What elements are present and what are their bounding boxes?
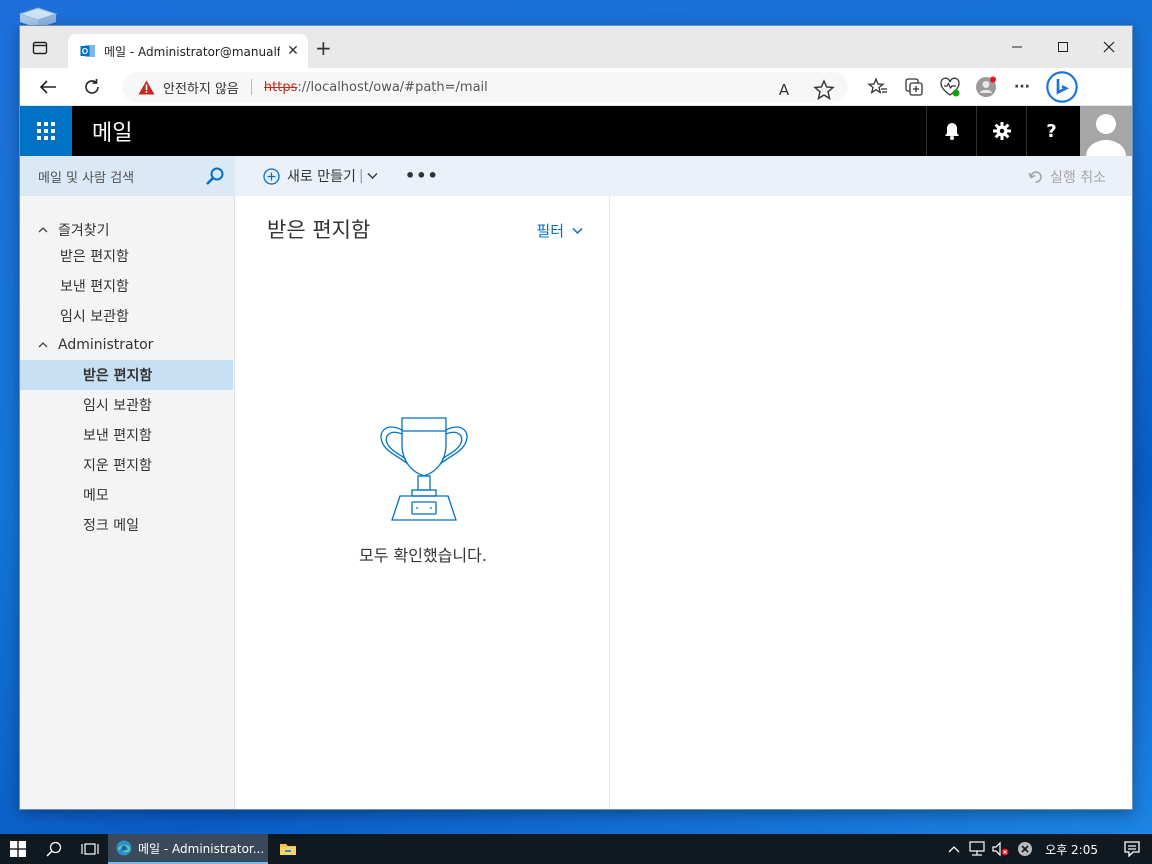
profile-icon[interactable] [974,75,998,99]
browser-window: O 메일 - Administrator@manualfac ✕ + 안전하지 … [20,26,1132,809]
tray-status-icon[interactable] [1013,834,1037,864]
close-icon[interactable] [1086,26,1132,68]
new-message-button[interactable]: 새로 만들기 | [263,166,378,186]
search-icon[interactable] [205,166,225,186]
chevron-down-icon[interactable] [367,172,378,180]
outlook-favicon-icon: O [80,45,95,57]
chevron-up-icon[interactable] [38,341,48,349]
message-list-pane: 받은 편지함 필터 모두 확인했습니다. [236,196,610,809]
trophy-icon [380,417,468,521]
empty-state-message: 모두 확인했습니다. [359,546,487,565]
start-windows-icon[interactable] [0,834,36,864]
browser-essentials-icon[interactable] [938,75,962,99]
taskbar-app-label: 메일 - Administrator... [138,841,265,856]
chevron-down-icon [572,227,583,234]
browser-titlebar: O 메일 - Administrator@manualfac ✕ + [20,26,1132,68]
folder-item-sent[interactable]: 보낸 편지함 [83,420,152,450]
window-controls [994,26,1132,68]
folder-pane: 즐겨찾기 받은 편지함 보낸 편지함 임시 보관함 Administrator … [20,196,235,809]
filter-label: 필터 [536,222,564,240]
undo-icon [1028,171,1042,183]
search-placeholder: 메일 및 사람 검색 [38,170,135,186]
folder-item-inbox[interactable]: 받은 편지함 [20,360,233,390]
refresh-icon[interactable] [80,76,104,98]
command-bar: 메일 및 사람 검색 새로 만들기 | ••• 실행 취소 [20,156,1132,196]
task-view-icon[interactable] [72,834,108,864]
list-title: 받은 편지함 [267,218,371,242]
desktop-recycle-icon[interactable] [18,6,58,28]
warning-icon[interactable] [138,80,155,95]
chevron-up-icon[interactable] [38,226,48,234]
collections-icon[interactable] [902,75,926,99]
action-center-icon[interactable] [1112,834,1152,864]
system-tray: 오후 2:05 [943,834,1152,864]
url-text: ://localhost/owa/#path=/mail [297,79,488,95]
favorites-icon[interactable] [866,75,890,99]
taskbar-clock[interactable]: 오후 2:05 [1045,841,1098,858]
taskbar-search-icon[interactable] [36,834,72,864]
tab-title: 메일 - Administrator@manualfac [104,44,280,59]
settings-gear-icon[interactable] [976,106,1026,156]
owa-header: 메일 ? [20,106,1132,156]
more-actions-button[interactable]: ••• [405,166,439,185]
user-avatar[interactable] [1080,106,1132,156]
url-field[interactable]: 안전하지 않음 https ://localhost/owa/#path=/ma… [122,72,848,102]
folder-item-deleted[interactable]: 지운 편지함 [83,450,152,480]
filter-button[interactable]: 필터 [536,220,583,241]
owa-main: 즐겨찾기 받은 편지함 보낸 편지함 임시 보관함 Administrator … [20,196,1132,809]
settings-more-icon[interactable]: ··· [1010,75,1034,99]
minimize-icon[interactable] [994,26,1040,68]
new-tab-button[interactable]: + [315,38,332,58]
not-secure-label[interactable]: 안전하지 않음 [163,78,239,97]
maximize-icon[interactable] [1040,26,1086,68]
account-group-header[interactable]: Administrator [38,337,153,353]
favorites-group-header[interactable]: 즐겨찾기 [38,220,110,240]
undo-button[interactable]: 실행 취소 [1028,167,1106,187]
svg-text:O: O [82,47,88,56]
account-label: Administrator [58,337,154,353]
tab-actions-icon[interactable] [32,40,48,56]
favorites-item-inbox[interactable]: 받은 편지함 [60,241,129,271]
folder-item-drafts[interactable]: 임시 보관함 [83,390,152,420]
favorite-star-icon[interactable] [812,78,836,102]
app-launcher-icon[interactable] [20,106,72,156]
favorites-label: 즐겨찾기 [58,223,110,239]
app-title: 메일 [92,121,133,146]
tray-chevron-up-icon[interactable] [943,834,965,864]
favorites-item-sent[interactable]: 보낸 편지함 [60,271,129,301]
help-icon[interactable]: ? [1026,106,1076,156]
favorites-item-drafts[interactable]: 임시 보관함 [60,301,129,331]
network-icon[interactable] [965,834,989,864]
notifications-icon[interactable] [926,106,976,156]
browser-addressbar: 안전하지 않음 https ://localhost/owa/#path=/ma… [20,68,1132,106]
edge-icon [116,840,132,856]
url-scheme: https [263,79,298,95]
url-separator [250,79,252,95]
taskbar: 메일 - Administrator... 오후 2:05 [0,834,1152,864]
reading-pane [611,196,1132,809]
folder-item-junk[interactable]: 정크 메일 [83,510,139,540]
volume-muted-icon[interactable] [989,834,1013,864]
browser-tab-mail[interactable]: O 메일 - Administrator@manualfac ✕ [68,34,308,68]
back-icon[interactable] [36,76,60,98]
bing-chat-icon[interactable] [1046,71,1078,103]
new-message-label: 새로 만들기 [287,169,356,185]
tab-close-icon[interactable]: ✕ [286,43,300,59]
add-circle-icon [263,167,280,185]
undo-label: 실행 취소 [1050,170,1106,186]
folder-item-notes[interactable]: 메모 [83,480,109,510]
taskbar-app-edge[interactable]: 메일 - Administrator... [108,834,268,864]
file-explorer-icon[interactable] [268,834,308,864]
search-input[interactable]: 메일 및 사람 검색 [20,156,235,196]
read-aloud-icon[interactable]: A [772,78,796,102]
